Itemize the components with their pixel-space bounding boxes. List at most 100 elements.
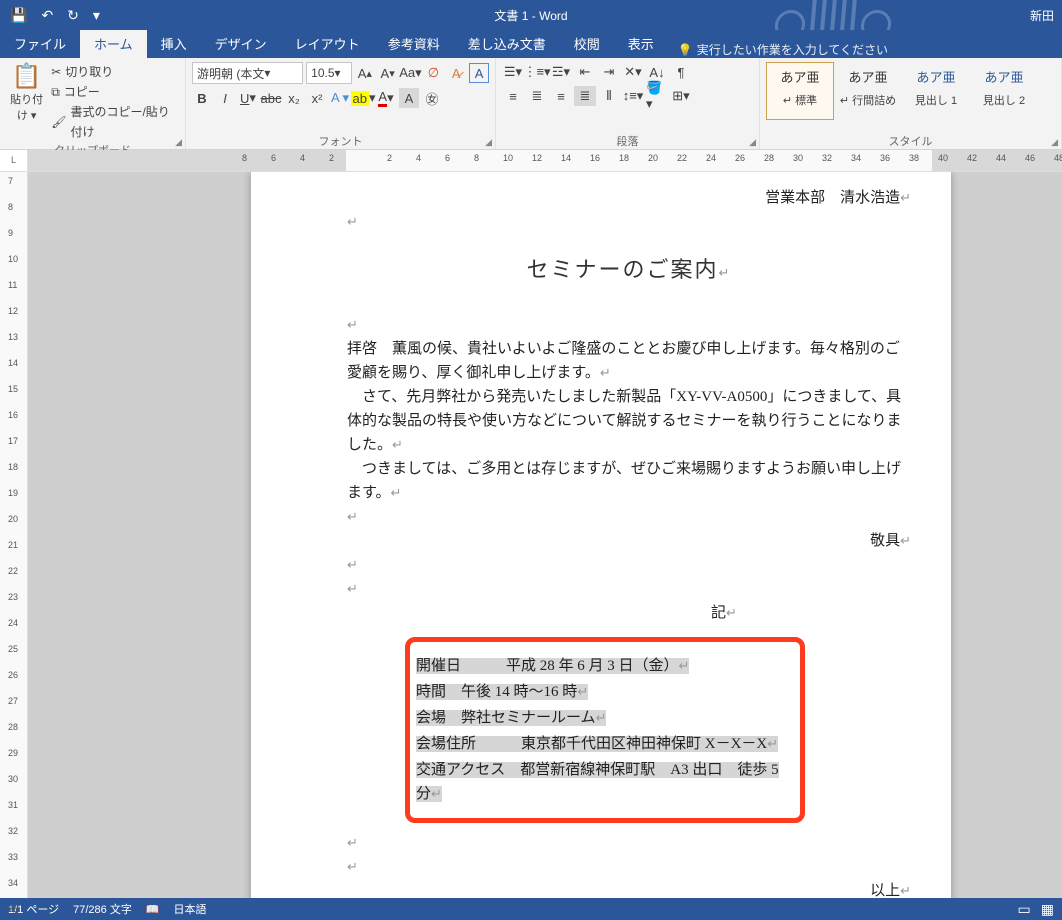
shading-button[interactable]: 🪣▾ — [646, 86, 668, 106]
asian-layout-button[interactable]: ✕▾ — [622, 62, 644, 82]
page[interactable]: 営業本部 清水浩造↵ ↵ セミナーのご案内↵ ↵ 拝啓 薫風の候、貴社いよいよご… — [251, 172, 951, 898]
para-mark: ↵ — [347, 210, 911, 234]
tab-insert[interactable]: 挿入 — [147, 29, 201, 58]
tab-layout[interactable]: レイアウト — [281, 29, 374, 58]
doc-body1: さて、先月弊社から発売いたしました新製品「XY-VV-A0500」につきまして、… — [347, 389, 902, 453]
style-preview: あア亜 — [905, 67, 967, 86]
superscript-button[interactable]: x² — [307, 88, 327, 108]
bold-button[interactable]: B — [192, 88, 212, 108]
clipboard-dialog-launcher[interactable]: ◢ — [175, 137, 182, 148]
style-nospacing-label: 行間詰め — [852, 95, 896, 107]
group-font: 游明朝 (本文 ▾ 10.5 ▾ A▴ A▾ Aa▾ ∅ A̷ A B I U … — [186, 58, 496, 149]
decorative-stripes — [772, 0, 992, 30]
format-painter-button[interactable]: 🖌書式のコピー/貼り付け — [51, 102, 179, 142]
style-heading1[interactable]: あア亜見出し 1 — [902, 62, 970, 120]
font-name-combo[interactable]: 游明朝 (本文 ▾ — [192, 62, 303, 84]
para-mark: ↵ — [347, 577, 911, 601]
horizontal-ruler-row: L 86422468101214161820222426283032343638… — [0, 150, 1062, 172]
font-size-combo[interactable]: 10.5 ▾ — [306, 62, 352, 84]
style-normal[interactable]: あア亜↵ 標準 — [766, 62, 834, 120]
clipboard-icon: 📋 — [6, 62, 47, 91]
style-heading1-label: 見出し 1 — [915, 95, 957, 107]
strikethrough-button[interactable]: abc — [261, 88, 281, 108]
tab-home[interactable]: ホーム — [80, 29, 147, 58]
multilevel-button[interactable]: ☲▾ — [550, 62, 572, 82]
change-case-button[interactable]: Aa▾ — [400, 63, 420, 83]
redo-icon[interactable]: ↻ — [67, 7, 79, 24]
tab-references[interactable]: 参考資料 — [374, 29, 454, 58]
tell-me[interactable]: 💡 実行したい作業を入力してください — [678, 41, 888, 58]
tab-review[interactable]: 校閲 — [560, 29, 614, 58]
copy-button[interactable]: ⧉コピー — [51, 82, 179, 102]
numbering-button[interactable]: ⋮≡▾ — [526, 62, 548, 82]
styles-dialog-launcher[interactable]: ◢ — [1051, 137, 1058, 148]
enclose-character-button[interactable]: ㊛ — [422, 88, 442, 108]
qat-more-icon[interactable]: ▾ — [93, 7, 100, 24]
increase-indent-button[interactable]: ⇥ — [598, 62, 620, 82]
align-right-button[interactable]: ≡ — [550, 86, 572, 106]
style-preview: あア亜 — [769, 67, 831, 86]
underline-button[interactable]: U ▾ — [238, 88, 258, 108]
align-justify-button[interactable]: ≣ — [574, 86, 596, 106]
tab-mailings[interactable]: 差し込み文書 — [454, 29, 560, 58]
cut-label: 切り取り — [65, 62, 113, 82]
style-heading2[interactable]: あア亜見出し 2 — [970, 62, 1038, 120]
ribbon-tabs: ファイル ホーム 挿入 デザイン レイアウト 参考資料 差し込み文書 校閲 表示… — [0, 30, 1062, 58]
undo-icon[interactable]: ↶ — [41, 7, 53, 24]
decrease-indent-button[interactable]: ⇤ — [574, 62, 596, 82]
paste-label: 貼り付け — [10, 94, 43, 122]
font-group-label: フォント — [192, 133, 489, 149]
save-icon[interactable]: 💾 — [10, 7, 27, 24]
doc-title-text: セミナーのご案内 — [527, 257, 719, 282]
statusbar: 1/1 ページ 77/286 文字 📖 日本語 ▭ ▦ — [0, 898, 1062, 920]
shrink-font-button[interactable]: A▾ — [378, 63, 398, 83]
read-mode-icon[interactable]: ▭ — [1018, 901, 1031, 918]
proofing-icon[interactable]: 📖 — [146, 903, 160, 916]
bullets-button[interactable]: ☰▾ — [502, 62, 524, 82]
doc-greeting: 拝啓 薫風の候、貴社いよいよご隆盛のこととお慶び申し上げます。毎々格別のご愛顧を… — [347, 341, 900, 381]
clear-format-button[interactable]: A̷ — [446, 63, 466, 83]
align-left-button[interactable]: ≡ — [502, 86, 524, 106]
highlight-button[interactable]: ab▾ — [353, 88, 373, 108]
print-layout-icon[interactable]: ▦ — [1041, 901, 1054, 918]
character-border-button[interactable]: A — [469, 63, 489, 83]
page-scroll-area[interactable]: 営業本部 清水浩造↵ ↵ セミナーのご案内↵ ↵ 拝啓 薫風の候、貴社いよいよご… — [28, 172, 1062, 898]
user-name[interactable]: 新田 — [1030, 7, 1054, 24]
status-words[interactable]: 77/286 文字 — [73, 901, 132, 917]
grow-font-button[interactable]: A▴ — [355, 63, 375, 83]
scissors-icon: ✂ — [51, 62, 61, 82]
subscript-button[interactable]: x₂ — [284, 88, 304, 108]
cut-button[interactable]: ✂切り取り — [51, 62, 179, 82]
ribbon: 📋 貼り付け ▾ ✂切り取り ⧉コピー 🖌書式のコピー/貼り付け クリップボード… — [0, 58, 1062, 150]
show-marks-button[interactable]: ¶ — [670, 62, 692, 82]
style-normal-label: 標準 — [795, 95, 817, 107]
tab-view[interactable]: 表示 — [614, 29, 668, 58]
styles-group-label: スタイル — [766, 133, 1055, 149]
para-mark: ↵ — [347, 831, 911, 855]
paste-button[interactable]: 📋 貼り付け ▾ — [6, 62, 47, 123]
document-area: 7891011121314151617181920212223242526272… — [0, 172, 1062, 898]
horizontal-ruler[interactable]: 8642246810121416182022242628303234363840… — [28, 150, 1062, 171]
character-shading-button[interactable]: A — [399, 88, 419, 108]
tab-file[interactable]: ファイル — [0, 29, 80, 58]
status-language[interactable]: 日本語 — [174, 901, 207, 917]
phonetic-guide-button[interactable]: ∅ — [423, 63, 443, 83]
paragraph-dialog-launcher[interactable]: ◢ — [749, 137, 756, 148]
style-nospacing[interactable]: あア亜↵ 行間詰め — [834, 62, 902, 120]
line-spacing-button[interactable]: ↕≡▾ — [622, 86, 644, 106]
font-dialog-launcher[interactable]: ◢ — [485, 137, 492, 148]
sort-button[interactable]: A↓ — [646, 62, 668, 82]
tab-design[interactable]: デザイン — [201, 29, 281, 58]
align-center-button[interactable]: ≣ — [526, 86, 548, 106]
detail-address: 会場住所 東京都千代田区神田神保町 X－X－X — [416, 736, 767, 752]
font-color-button[interactable]: A ▾ — [376, 88, 396, 108]
group-styles: あア亜↵ 標準 あア亜↵ 行間詰め あア亜見出し 1 あア亜見出し 2 スタイル… — [760, 58, 1062, 149]
vertical-ruler[interactable]: 7891011121314151617181920212223242526272… — [0, 172, 28, 898]
font-name-value: 游明朝 (本文 — [197, 65, 264, 82]
style-heading2-label: 見出し 2 — [983, 95, 1025, 107]
text-effects-button[interactable]: A ▾ — [330, 88, 350, 108]
italic-button[interactable]: I — [215, 88, 235, 108]
doc-closing: 敬具 — [870, 533, 900, 549]
borders-button[interactable]: ⊞▾ — [670, 86, 692, 106]
distribute-button[interactable]: ⫴ — [598, 86, 620, 106]
